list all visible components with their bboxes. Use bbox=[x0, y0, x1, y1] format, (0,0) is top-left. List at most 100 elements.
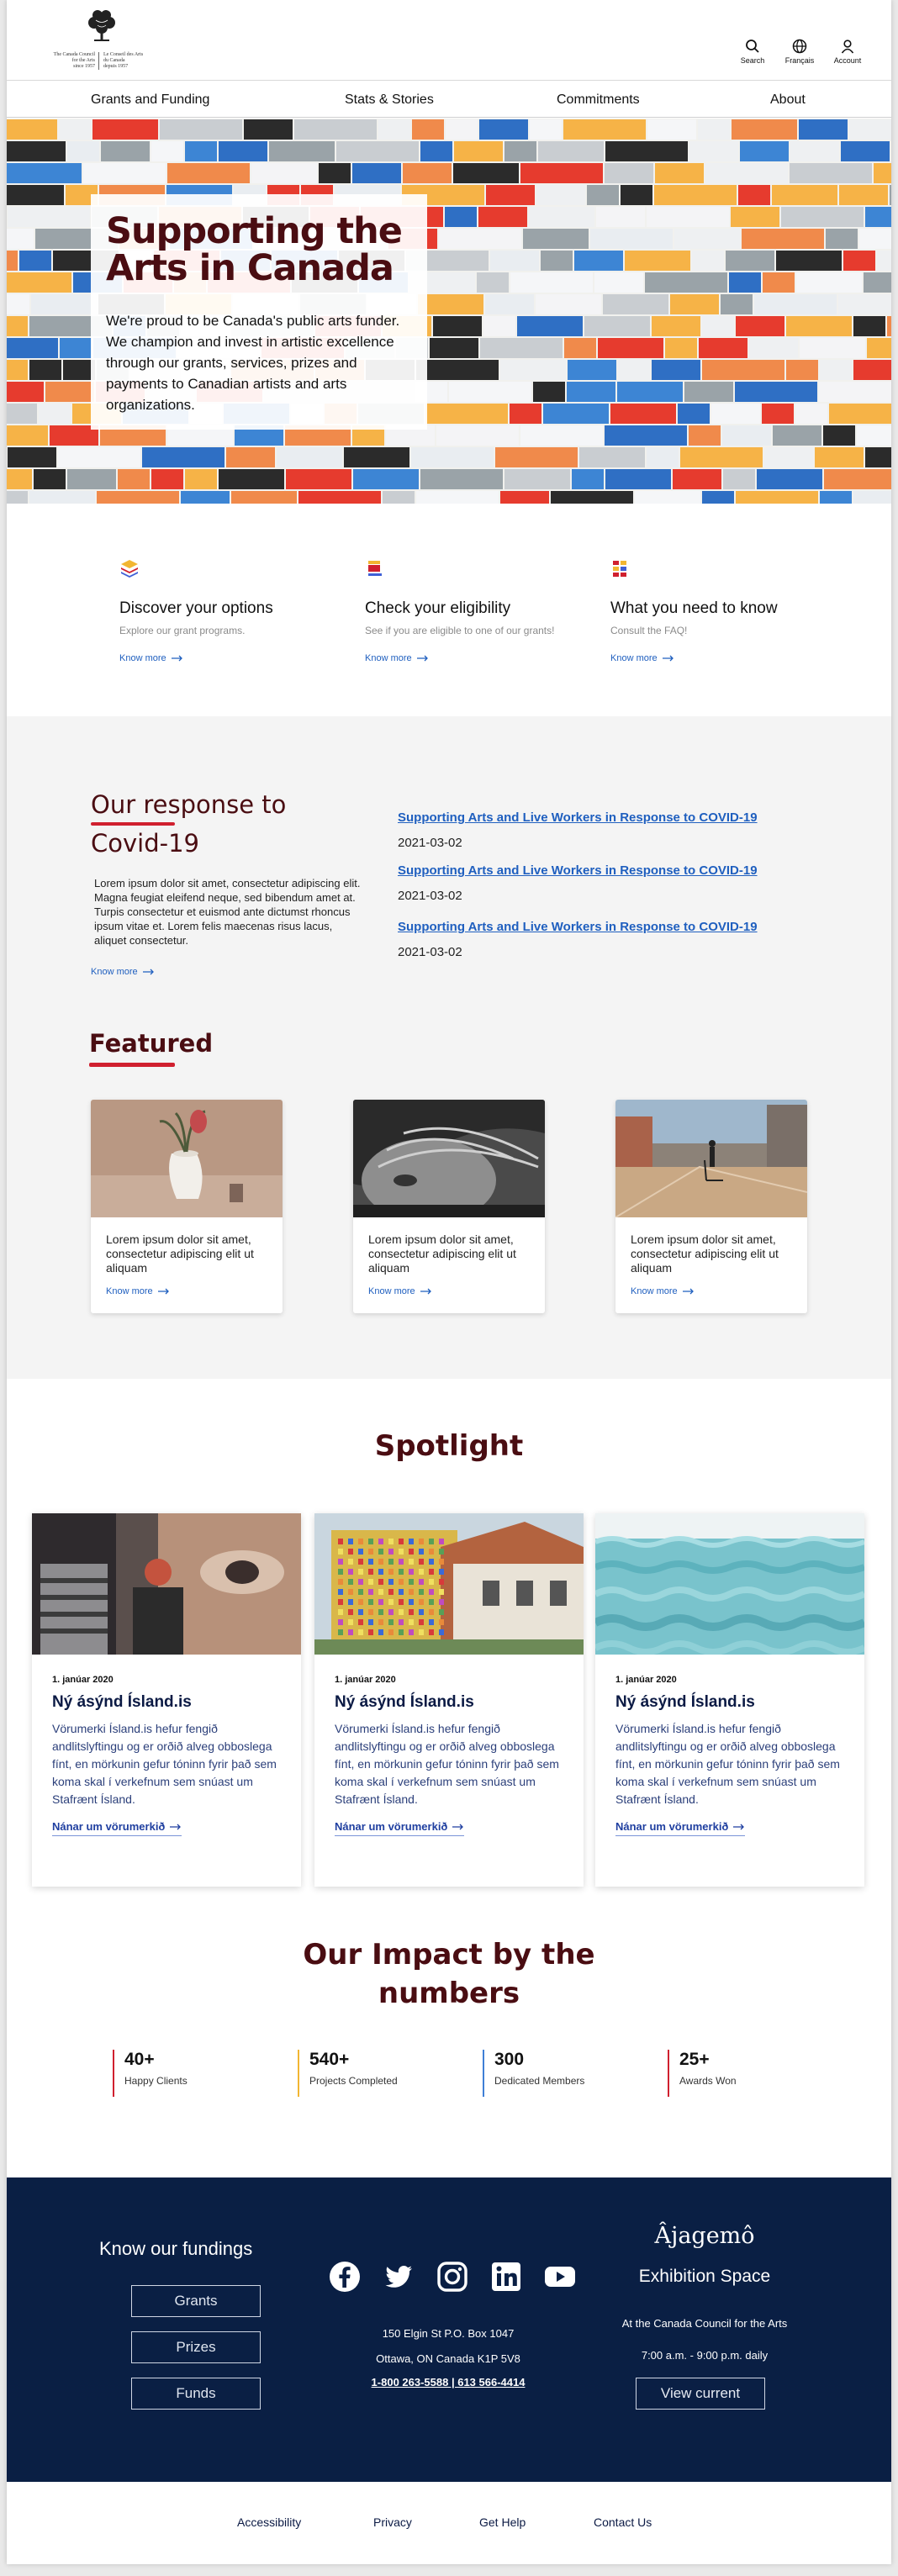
brick bbox=[416, 360, 499, 380]
nav-item-grants[interactable]: Grants and Funding bbox=[91, 92, 209, 108]
brick bbox=[711, 404, 760, 424]
window-patch bbox=[429, 1569, 434, 1575]
window-patch bbox=[419, 1569, 424, 1575]
spotlight-link[interactable]: Nánar um vörumerkið bbox=[335, 1820, 465, 1836]
brick bbox=[480, 338, 563, 358]
youtube-icon[interactable] bbox=[543, 2260, 577, 2294]
spotlight-card[interactable]: 1. janúar 2020 Ný ásýnd Ísland.is Vörume… bbox=[595, 1513, 864, 1887]
news-link[interactable]: Supporting Arts and Live Workers in Resp… bbox=[398, 863, 835, 878]
window-patch bbox=[368, 1569, 373, 1575]
brick bbox=[420, 469, 503, 489]
brick bbox=[853, 360, 891, 380]
twitter-icon[interactable] bbox=[382, 2260, 415, 2294]
window-patch bbox=[439, 1569, 444, 1575]
window-patch bbox=[388, 1579, 394, 1585]
address-line: 150 Elgin St P.O. Box 1047 bbox=[382, 2327, 515, 2340]
search-icon bbox=[746, 40, 759, 53]
window-patch bbox=[409, 1569, 414, 1575]
brick bbox=[7, 338, 58, 358]
brick bbox=[67, 141, 99, 161]
spotlight-card[interactable]: 1. janúar 2020 Ný ásýnd Ísland.is Vörume… bbox=[314, 1513, 584, 1887]
ajagemo-title: Âjagemô bbox=[654, 2223, 755, 2249]
funds-button[interactable]: Funds bbox=[131, 2378, 261, 2410]
featured-card[interactable]: Lorem ipsum dolor sit amet, consectetur … bbox=[353, 1100, 545, 1313]
window-patch bbox=[378, 1599, 383, 1605]
brick bbox=[617, 382, 683, 402]
contact-us-link[interactable]: Contact Us bbox=[594, 2515, 652, 2529]
stat-label: Awards Won bbox=[679, 2075, 737, 2087]
know-more-link[interactable]: Know more bbox=[106, 1286, 170, 1296]
brick bbox=[579, 447, 645, 467]
nav-item-stats[interactable]: Stats & Stories bbox=[345, 92, 434, 108]
brick bbox=[510, 404, 541, 424]
window-patch bbox=[358, 1609, 363, 1615]
stat-value: 300 bbox=[494, 2050, 525, 2069]
brick bbox=[603, 294, 668, 314]
spotlight-card[interactable]: 1. janúar 2020 Ný ásýnd Ísland.is Vörume… bbox=[32, 1513, 301, 1887]
brick bbox=[665, 338, 697, 358]
brick bbox=[867, 338, 891, 358]
brick bbox=[815, 447, 864, 467]
linkedin-icon[interactable] bbox=[489, 2260, 523, 2294]
language-button[interactable]: Français bbox=[779, 39, 821, 65]
prizes-button[interactable]: Prizes bbox=[131, 2331, 261, 2363]
hero-title-line: Arts in Canada bbox=[106, 247, 394, 289]
stat-value: 25+ bbox=[679, 2050, 710, 2069]
window-patch bbox=[419, 1549, 424, 1555]
instagram-icon[interactable] bbox=[436, 2260, 469, 2294]
impact-title-line: Our Impact by the bbox=[303, 1938, 595, 1972]
brick bbox=[344, 447, 409, 467]
phone-link[interactable]: 1-800 263-5588 | 613 566-4414 bbox=[343, 2376, 553, 2389]
news-link[interactable]: Supporting Arts and Live Workers in Resp… bbox=[398, 920, 835, 934]
facebook-icon[interactable] bbox=[328, 2260, 362, 2294]
spotlight-link[interactable]: Nánar um vörumerkið bbox=[52, 1820, 182, 1836]
brick bbox=[726, 251, 774, 271]
canada-council-logo[interactable]: The Canada Council for the Arts since 19… bbox=[39, 8, 165, 74]
brick bbox=[7, 294, 29, 314]
option-need-to-know: What you need to know Consult the FAQ! K… bbox=[610, 558, 854, 665]
window-patch bbox=[409, 1599, 414, 1605]
brick bbox=[541, 251, 573, 271]
know-more-link[interactable]: Know more bbox=[631, 1286, 695, 1296]
window-patch bbox=[358, 1599, 363, 1605]
nav-item-about[interactable]: About bbox=[770, 92, 806, 108]
nav-item-commitments[interactable]: Commitments bbox=[557, 92, 640, 108]
account-label: Account bbox=[833, 56, 862, 65]
brick bbox=[7, 119, 57, 140]
brick bbox=[142, 447, 225, 467]
brick bbox=[7, 229, 34, 249]
featured-card[interactable]: Lorem ipsum dolor sit amet, consectetur … bbox=[615, 1100, 807, 1313]
stat-label: Happy Clients bbox=[124, 2075, 188, 2087]
window-patch bbox=[429, 1599, 434, 1605]
brick bbox=[523, 229, 589, 249]
brick bbox=[277, 447, 342, 467]
search-button[interactable]: Search bbox=[732, 39, 774, 65]
know-more-link[interactable]: Know more bbox=[119, 653, 183, 663]
know-more-link[interactable]: Know more bbox=[610, 653, 674, 663]
option-title: Discover your options bbox=[119, 599, 273, 617]
window-patch bbox=[409, 1549, 414, 1555]
window-patch bbox=[409, 1539, 414, 1544]
featured-card[interactable]: Lorem ipsum dolor sit amet, consectetur … bbox=[91, 1100, 283, 1313]
spotlight-link[interactable]: Nánar um vörumerkið bbox=[615, 1820, 746, 1836]
brick bbox=[853, 491, 891, 504]
get-help-link[interactable]: Get Help bbox=[479, 2515, 526, 2529]
brick bbox=[702, 316, 734, 336]
grants-button[interactable]: Grants bbox=[131, 2285, 261, 2317]
brick bbox=[820, 360, 852, 380]
brick bbox=[294, 119, 377, 140]
know-more-label: Know more bbox=[610, 653, 658, 663]
news-link[interactable]: Supporting Arts and Live Workers in Resp… bbox=[398, 810, 835, 825]
accessibility-link[interactable]: Accessibility bbox=[237, 2515, 301, 2529]
window-patch bbox=[429, 1539, 434, 1544]
stat-projects: 540+ Projects Completed bbox=[298, 2050, 398, 2097]
brick bbox=[411, 447, 494, 467]
privacy-link[interactable]: Privacy bbox=[373, 2515, 412, 2529]
account-button[interactable]: Account bbox=[827, 39, 869, 65]
view-current-button[interactable]: View current bbox=[636, 2378, 765, 2410]
know-more-link[interactable]: Know more bbox=[365, 653, 429, 663]
know-more-link[interactable]: Know more bbox=[91, 967, 155, 977]
know-more-link[interactable]: Know more bbox=[368, 1286, 432, 1296]
spotlight-title: Spotlight bbox=[374, 1429, 524, 1463]
window-patch bbox=[439, 1549, 444, 1555]
